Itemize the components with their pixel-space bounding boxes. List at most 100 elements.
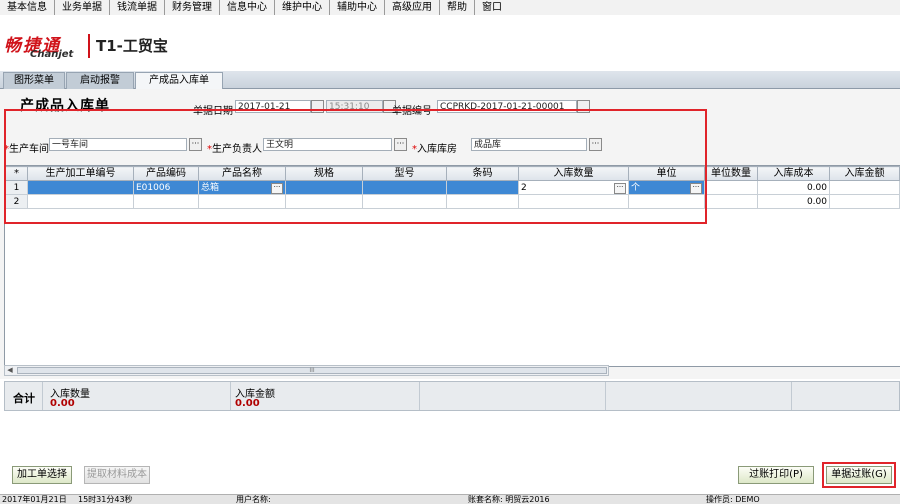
cell-unit-text: 个: [631, 182, 641, 193]
column-header-marker[interactable]: *: [5, 166, 28, 181]
manager-label: *生产负责人: [207, 140, 262, 155]
totals-divider: [42, 382, 43, 410]
page-title: 产成品入库单: [20, 98, 110, 114]
row-number[interactable]: 1: [5, 180, 28, 195]
time-field: 15:31:10: [326, 100, 383, 113]
product-name: T1-工贸宝: [96, 37, 168, 55]
docno-label: 单据编号: [392, 106, 432, 117]
cell-order-no[interactable]: [27, 194, 134, 209]
scroll-left-arrow-icon[interactable]: ◀: [5, 366, 15, 375]
cell-unit-qty[interactable]: [704, 180, 758, 195]
cell-amount[interactable]: [829, 180, 900, 195]
date-field[interactable]: 2017-01-21: [235, 100, 311, 113]
cell-product-name[interactable]: ··· 总箱: [198, 180, 286, 195]
total-qty-value: 0.00: [50, 398, 75, 409]
totals-divider: [791, 382, 792, 410]
menu-basic-info[interactable]: 基本信息: [0, 0, 55, 15]
warehouse-field[interactable]: 成品库: [471, 138, 587, 151]
menu-bar: 基本信息 业务单据 钱流单据 财务管理 信息中心 维护中心 辅助中心 高级应用 …: [0, 0, 900, 16]
cell-barcode[interactable]: [446, 180, 519, 195]
manager-lookup-button[interactable]: ···: [394, 138, 407, 151]
select-order-button[interactable]: 加工单选择: [12, 466, 72, 484]
column-header-model[interactable]: 型号: [362, 166, 447, 181]
workshop-lookup-button[interactable]: ···: [189, 138, 202, 151]
cell-qty[interactable]: [518, 194, 629, 209]
cell-order-no[interactable]: [27, 180, 134, 195]
docno-button[interactable]: [577, 100, 590, 113]
detail-grid: * 生产加工单编号 产品编码 产品名称 规格 型号 条码 入库数量 单位 单位数…: [4, 165, 900, 367]
cell-product-code[interactable]: [133, 194, 199, 209]
column-header-unit[interactable]: 单位: [628, 166, 705, 181]
logo-divider: [88, 34, 90, 58]
cell-cost[interactable]: 0.00: [757, 180, 830, 195]
tab-graphic-menu[interactable]: 图形菜单: [3, 72, 65, 89]
column-header-unit-qty[interactable]: 单位数量: [704, 166, 758, 181]
menu-maintenance[interactable]: 维护中心: [275, 0, 330, 15]
print-post-button[interactable]: 过账打印(P): [738, 466, 814, 484]
menu-info-center[interactable]: 信息中心: [220, 0, 275, 15]
cell-unit[interactable]: [628, 194, 705, 209]
column-header-product-name[interactable]: 产品名称: [198, 166, 286, 181]
row-number[interactable]: 2: [5, 194, 28, 209]
cell-barcode[interactable]: [446, 194, 519, 209]
column-header-barcode[interactable]: 条码: [446, 166, 519, 181]
menu-cash-docs[interactable]: 钱流单据: [110, 0, 165, 15]
cell-spec[interactable]: [285, 194, 363, 209]
warehouse-label-text: 入库库房: [417, 144, 457, 155]
column-header-spec[interactable]: 规格: [285, 166, 363, 181]
menu-window[interactable]: 窗口: [475, 0, 509, 15]
totals-divider: [605, 382, 606, 410]
scrollbar-thumb[interactable]: III: [17, 367, 607, 374]
menu-advanced[interactable]: 高级应用: [385, 0, 440, 15]
workshop-label-text: 生产车间: [9, 144, 49, 155]
workshop-label: *生产车间: [4, 140, 49, 155]
cell-product-name[interactable]: [198, 194, 286, 209]
workshop-field[interactable]: 一号车间: [49, 138, 187, 151]
cell-product-code[interactable]: E01006: [133, 180, 199, 195]
totals-divider: [230, 382, 231, 410]
column-header-qty[interactable]: 入库数量: [518, 166, 629, 181]
column-header-product-code[interactable]: 产品编码: [133, 166, 199, 181]
warehouse-label: *入库库房: [412, 140, 457, 155]
unit-lookup-button[interactable]: ···: [690, 182, 702, 194]
totals-label: 合计: [13, 392, 35, 405]
grid-horizontal-scrollbar[interactable]: ◀ III: [4, 365, 609, 376]
cell-unit-qty[interactable]: [704, 194, 758, 209]
tab-finished-goods-receipt[interactable]: 产成品入库单: [135, 72, 223, 90]
product-lookup-button[interactable]: ···: [271, 182, 283, 194]
detail-table: * 生产加工单编号 产品编码 产品名称 规格 型号 条码 入库数量 单位 单位数…: [5, 166, 900, 209]
totals-bar: 合计 入库数量 0.00 入库金额 0.00: [4, 381, 900, 411]
manager-label-text: 生产负责人: [212, 144, 262, 155]
totals-divider: [419, 382, 420, 410]
warehouse-lookup-button[interactable]: ···: [589, 138, 602, 151]
cell-spec[interactable]: [285, 180, 363, 195]
date-picker-button[interactable]: [311, 100, 324, 113]
column-header-amount[interactable]: 入库金额: [829, 166, 900, 181]
tab-startup-alert[interactable]: 启动报警: [66, 72, 134, 89]
cell-cost[interactable]: 0.00: [757, 194, 830, 209]
cell-model[interactable]: [362, 180, 447, 195]
menu-finance[interactable]: 财务管理: [165, 0, 220, 15]
cell-unit[interactable]: ··· 个: [628, 180, 705, 195]
menu-business-docs[interactable]: 业务单据: [55, 0, 110, 15]
total-amount-value: 0.00: [235, 398, 260, 409]
chanjet-logo-subtext: Chanjet: [30, 49, 74, 60]
docno-field[interactable]: CCPRKD-2017-01-21-00001: [437, 100, 577, 113]
qty-lookup-button[interactable]: ···: [614, 182, 626, 194]
extract-material-cost-button: 提取材料成本: [84, 466, 150, 484]
date-label: 单据日期: [193, 106, 233, 117]
table-row[interactable]: 1 E01006 ··· 总箱 ··· 2 ··· 个 0.00: [5, 180, 900, 195]
cell-amount[interactable]: [829, 194, 900, 209]
column-header-cost[interactable]: 入库成本: [757, 166, 830, 181]
menu-auxiliary[interactable]: 辅助中心: [330, 0, 385, 15]
cell-qty-text: 2: [521, 182, 527, 193]
table-row[interactable]: 2 0.00: [5, 194, 900, 209]
cell-qty[interactable]: ··· 2: [518, 180, 629, 195]
column-header-order-no[interactable]: 生产加工单编号: [27, 166, 134, 181]
table-header-row: * 生产加工单编号 产品编码 产品名称 规格 型号 条码 入库数量 单位 单位数…: [5, 166, 900, 181]
cell-model[interactable]: [362, 194, 447, 209]
menu-help[interactable]: 帮助: [440, 0, 475, 15]
cell-product-name-text: 总箱: [201, 182, 220, 193]
manager-field[interactable]: 王文明: [263, 138, 392, 151]
post-document-button[interactable]: 单据过账(G): [826, 466, 892, 484]
